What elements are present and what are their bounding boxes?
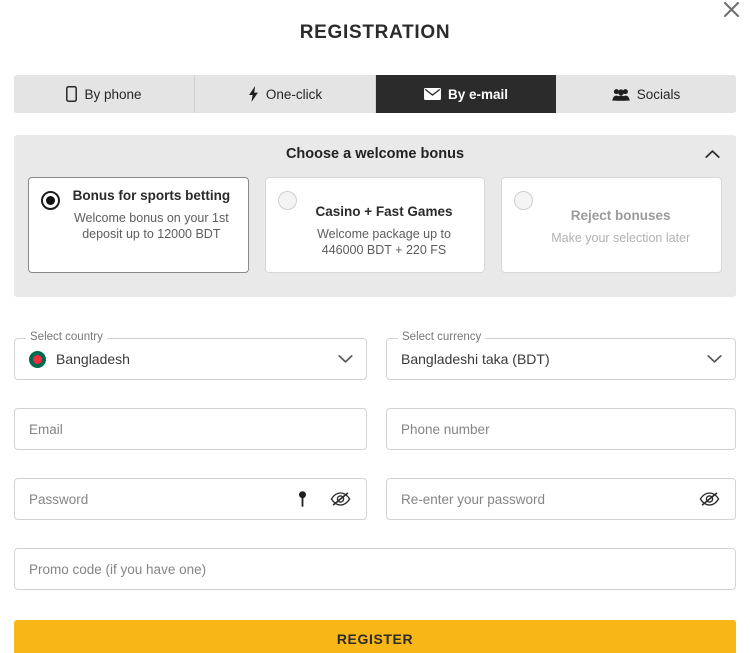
phone-field-placeholder: Phone number	[401, 421, 490, 437]
registration-modal: REGISTRATION By phone One-click By e-mai…	[0, 0, 750, 653]
promo-code-placeholder: Promo code (if you have one)	[29, 561, 207, 577]
chevron-down-icon[interactable]	[338, 355, 353, 364]
password-field-placeholder: Password	[29, 491, 89, 507]
password-confirm-field-wrapper[interactable]: Re-enter your password	[386, 478, 736, 520]
tab-label: By e-mail	[447, 86, 509, 102]
bonus-card-subtitle: Welcome package up to 446000 BDT + 220 F…	[317, 226, 451, 257]
chevron-down-icon[interactable]	[707, 355, 722, 364]
mobile-phone-icon	[66, 86, 78, 102]
bonus-panel-header[interactable]: Choose a welcome bonus	[14, 135, 736, 173]
bangladesh-flag-icon	[29, 350, 46, 368]
envelope-icon	[424, 88, 441, 100]
bonus-card-title: Reject bonuses	[570, 208, 671, 223]
tab-by-email[interactable]: By e-mail	[376, 75, 556, 113]
eye-slash-icon[interactable]	[330, 492, 351, 507]
register-button[interactable]: REGISTER	[14, 620, 736, 653]
bonus-card-sports[interactable]: Bonus for sports betting Welcome bonus o…	[28, 177, 249, 273]
radio-button[interactable]	[277, 191, 297, 210]
tab-label: One-click	[265, 86, 323, 102]
bonus-card-subtitle: Welcome bonus on your 1st deposit up to …	[73, 210, 229, 241]
people-group-icon	[612, 88, 630, 101]
welcome-bonus-panel: Choose a welcome bonus Bonus for sports …	[14, 135, 736, 297]
country-select-label: Select country	[26, 331, 107, 343]
bonus-panel-title: Choose a welcome bonus	[285, 146, 465, 162]
radio-button[interactable]	[41, 191, 60, 210]
country-select-value: Bangladesh	[56, 351, 130, 367]
bonus-card-casino[interactable]: Casino + Fast Games Welcome package up t…	[264, 177, 486, 273]
bonus-card-list: Bonus for sports betting Welcome bonus o…	[14, 173, 736, 273]
bonus-card-subtitle: Make your selection later	[551, 230, 691, 245]
email-field-wrapper[interactable]: Email	[14, 408, 367, 450]
bonus-card-title: Casino + Fast Games	[315, 204, 453, 219]
currency-select-value: Bangladeshi taka (BDT)	[401, 351, 550, 367]
tab-socials[interactable]: Socials	[556, 75, 736, 113]
close-icon[interactable]	[718, 0, 744, 22]
currency-select-label: Select currency	[398, 331, 486, 343]
password-confirm-placeholder: Re-enter your password	[401, 491, 546, 507]
promo-code-field-wrapper[interactable]: Promo code (if you have one)	[14, 548, 736, 590]
page-title: REGISTRATION	[299, 22, 451, 43]
registration-method-tabs: By phone One-click By e-mail Socials	[14, 75, 736, 113]
tab-one-click[interactable]: One-click	[195, 75, 376, 113]
password-field-wrapper[interactable]: Password	[14, 478, 367, 520]
lightning-bolt-icon	[248, 86, 259, 102]
key-icon[interactable]	[297, 491, 308, 508]
tab-label: Socials	[636, 86, 681, 102]
phone-field-wrapper[interactable]: Phone number	[386, 408, 736, 450]
tab-by-phone[interactable]: By phone	[14, 75, 195, 113]
tab-label: By phone	[84, 86, 142, 102]
bonus-card-title: Bonus for sports betting	[72, 188, 231, 203]
currency-select[interactable]: Select currency Bangladeshi taka (BDT)	[386, 331, 736, 380]
eye-slash-icon[interactable]	[699, 492, 720, 507]
country-select[interactable]: Select country Bangladesh	[14, 331, 367, 380]
email-field-placeholder: Email	[29, 421, 63, 437]
bonus-card-reject[interactable]: Reject bonuses Make your selection later	[501, 177, 723, 273]
chevron-up-icon[interactable]	[705, 150, 720, 159]
